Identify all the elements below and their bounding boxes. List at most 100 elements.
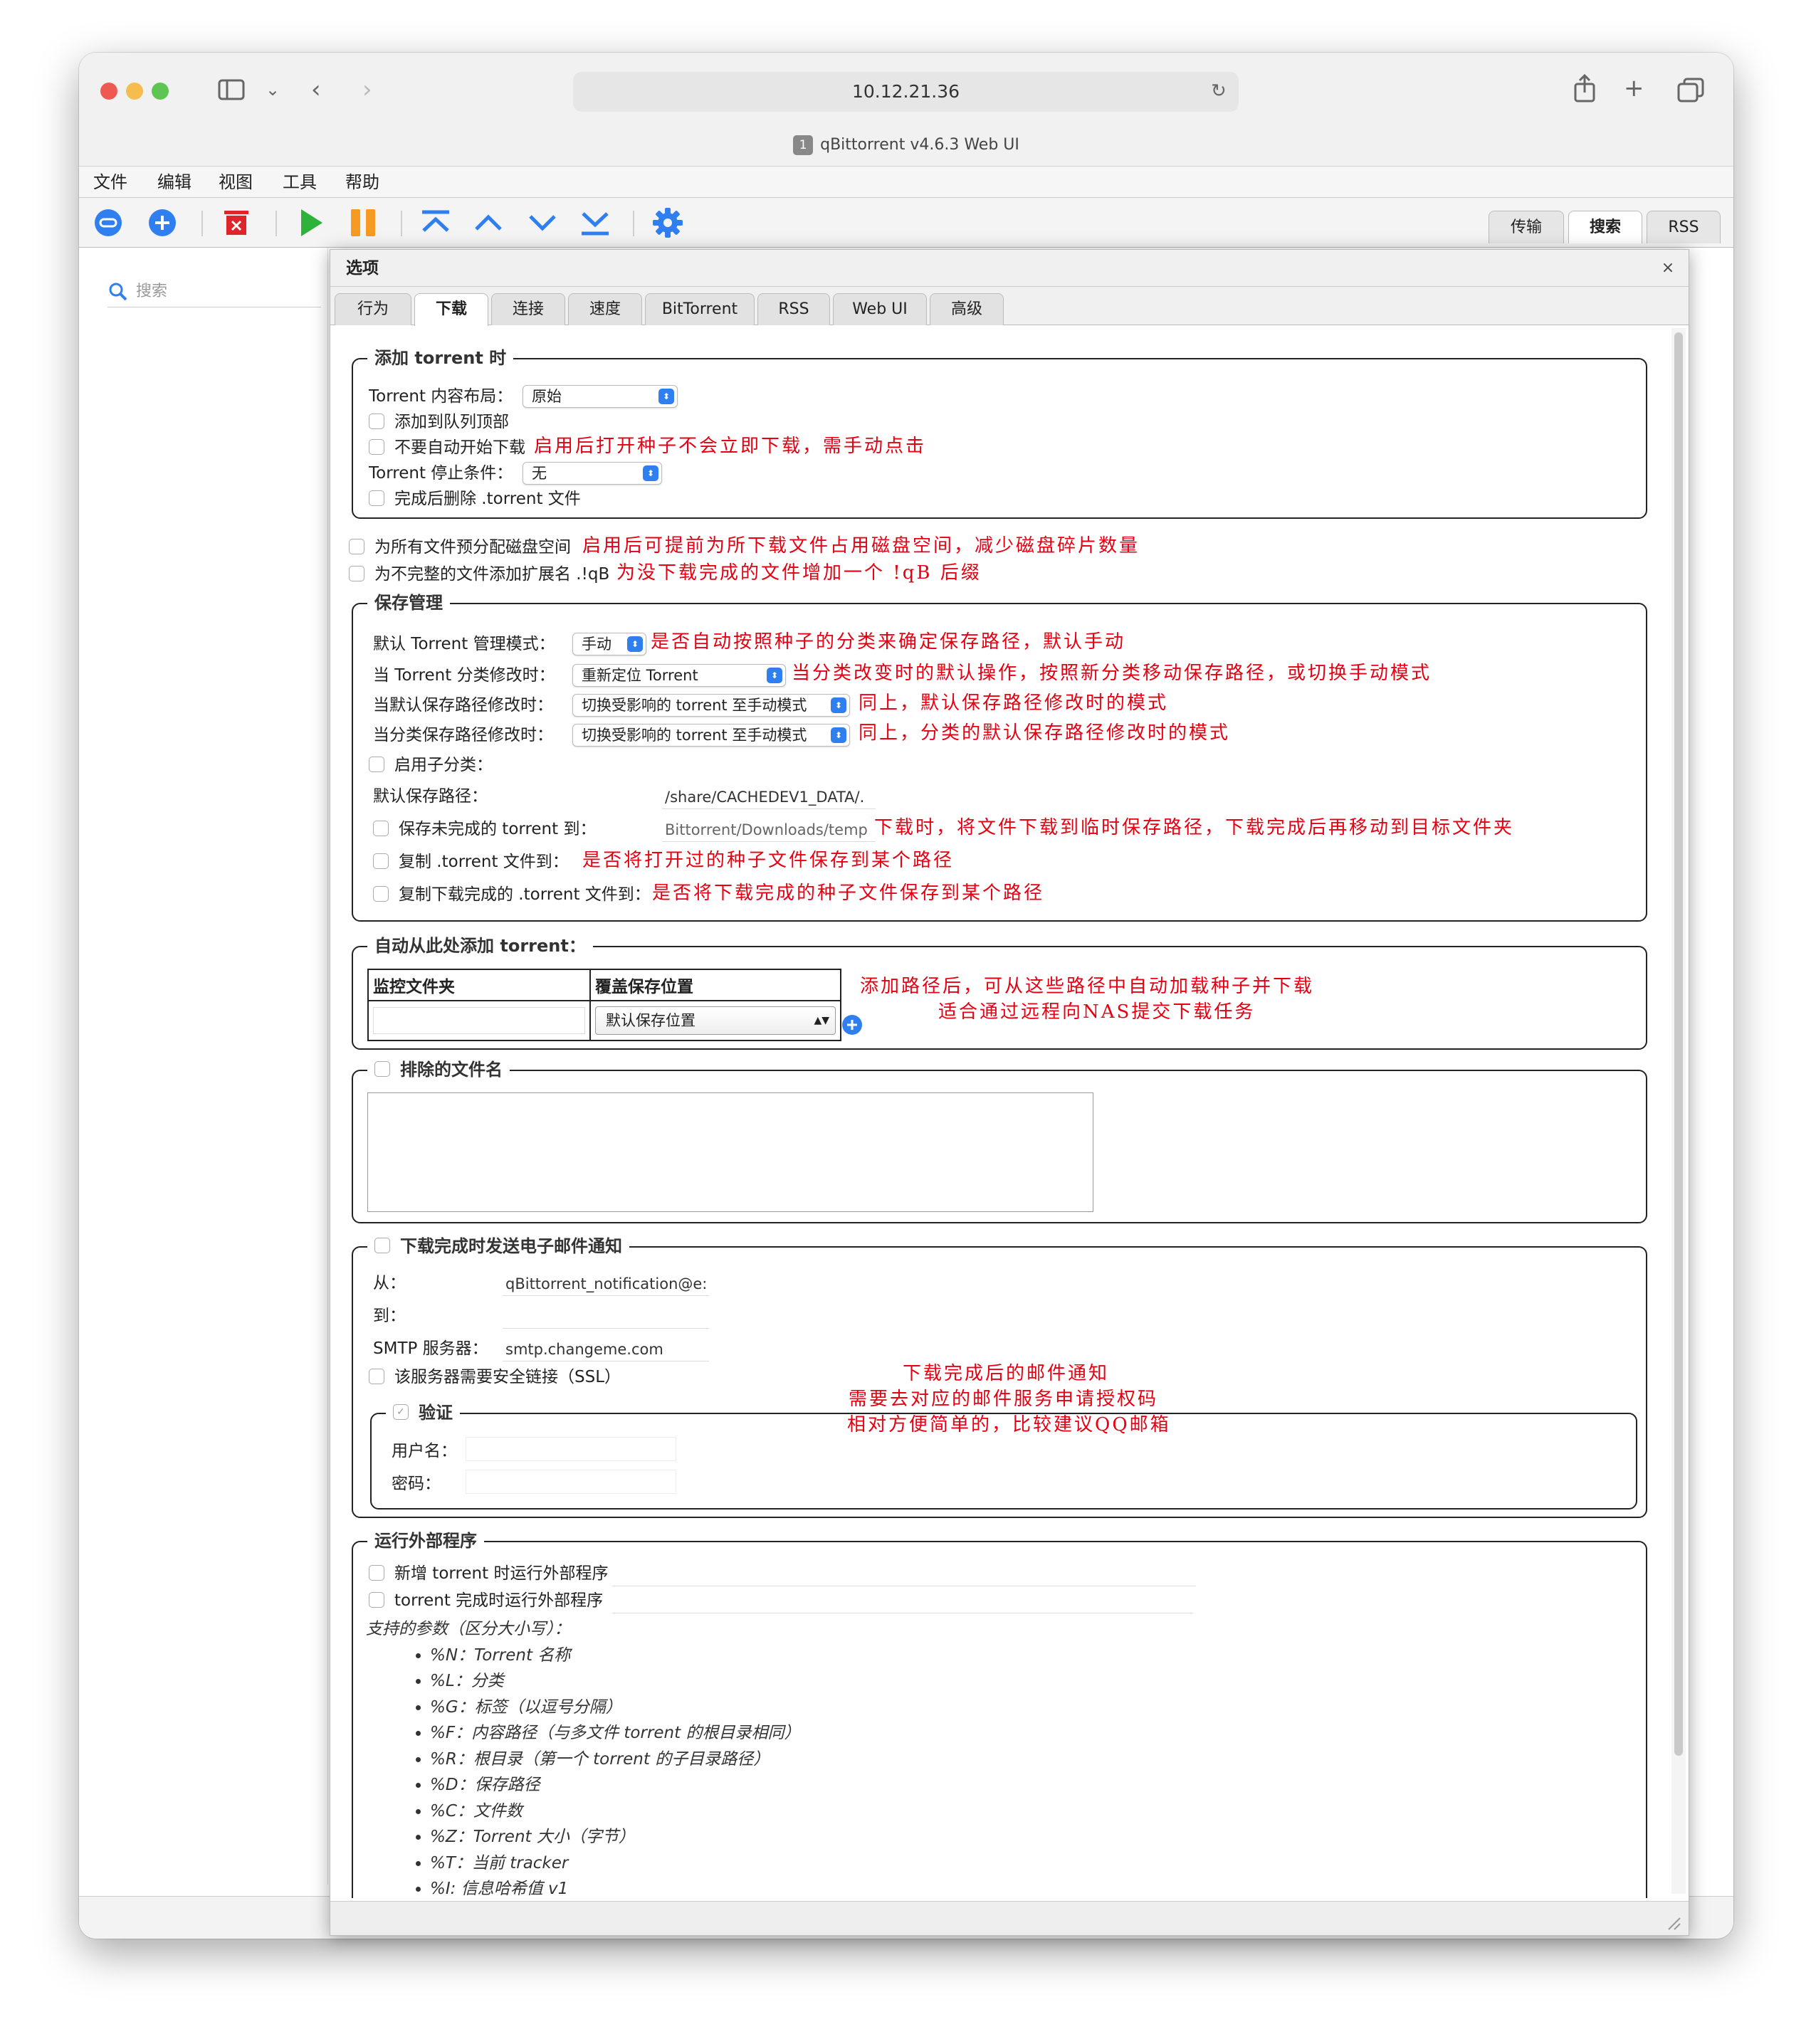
excluded-files-textarea[interactable] [367,1092,1093,1212]
stop-condition-select[interactable]: 无 ⬍ [523,462,662,485]
checkbox[interactable] [349,538,364,554]
override-location-cell[interactable]: 默认保存位置 ▲▼ [590,1001,841,1041]
email-from-input[interactable]: qBittorrent_notification@e: [503,1272,709,1296]
tabs-icon[interactable] [1676,77,1705,109]
dialog-scrollbar[interactable] [1671,328,1686,1894]
copy-torrent-option[interactable]: 复制 .torrent 文件到： [373,850,569,873]
add-icon[interactable] [841,1014,863,1036]
ssl-option[interactable]: 该服务器需要安全链接（SSL） [369,1366,621,1389]
prealloc-option[interactable]: 为所有文件预分配磁盘空间 [349,536,571,559]
checkbox[interactable] [374,1061,390,1077]
add-top-queue[interactable]: 添加到队列顶部 [369,411,509,433]
forward-icon[interactable]: › [362,75,372,104]
tab-transfers[interactable]: 传输 [1489,211,1564,243]
override-location-select[interactable]: 默认保存位置 ▲▼ [595,1006,836,1035]
search-input[interactable]: 搜索 [107,276,321,307]
checkbox[interactable] [369,1564,384,1581]
chevron-down-icon[interactable]: ⌄ [266,75,280,104]
checkbox[interactable] [373,853,389,869]
checkbox[interactable] [373,885,389,902]
checkbox[interactable] [369,490,384,506]
add-link-icon[interactable] [92,206,125,239]
close-icon[interactable]: × [1659,259,1677,278]
checkbox[interactable] [369,438,384,455]
default-mode-select[interactable]: 手动 ⬍ [572,633,646,655]
dialog-footer [330,1901,1689,1935]
tab-bittorrent[interactable]: BitTorrent [645,293,755,325]
run-on-finish-input[interactable] [612,1589,1193,1613]
cat-path-changed-select[interactable]: 切换受影响的 torrent 至手动模式 ⬍ [572,724,850,747]
move-up-icon[interactable] [472,206,505,239]
default-path-changed-select[interactable]: 切换受影响的 torrent 至手动模式 ⬍ [572,694,850,717]
checkbox[interactable] [369,1591,384,1608]
annotation: 下载时，将文件下载到临时保存路径，下载完成后再移动到目标文件夹 [874,817,1515,838]
content-layout-value: 原始 [532,388,562,405]
new-tab-icon[interactable]: + [1624,74,1644,102]
menu-view[interactable]: 视图 [219,167,253,198]
pause-icon[interactable] [347,206,379,239]
checkbox[interactable] [369,756,384,772]
default-path-input[interactable]: /share/CACHEDEV1_DATA/. [662,785,876,809]
annotation: 需要去对应的邮件服务申请授权码 [849,1389,1159,1410]
tab-search[interactable]: 搜索 [1568,211,1642,243]
tab-connection[interactable]: 连接 [491,293,565,325]
smtp-input[interactable]: smtp.changeme.com [503,1337,709,1361]
delete-icon[interactable] [220,206,253,239]
qb-extension-option[interactable]: 为不完整的文件添加扩展名 .!qB [349,563,609,586]
checkbox[interactable] [369,1368,384,1384]
tab-rss[interactable]: RSS [1647,211,1721,243]
watch-folder-input[interactable] [373,1007,585,1034]
resume-icon[interactable] [294,206,327,239]
cat-changed-select[interactable]: 重新定位 Torrent ⬍ [572,664,786,687]
checkbox[interactable] [373,820,389,836]
move-bottom-icon[interactable] [579,206,611,239]
tab-downloads[interactable]: 下载 [414,293,488,326]
excluded-files-label: 排除的文件名 [400,1060,503,1080]
back-icon[interactable]: ‹ [311,75,321,104]
email-to-input[interactable] [503,1305,709,1329]
browser-tab[interactable]: 1 qBittorrent v4.6.3 Web UI [79,131,1733,159]
annotation: 是否自动按照种子的分类来确定保存路径，默认手动 [651,631,1126,653]
checkbox[interactable]: ✓ [393,1404,409,1420]
select-arrows-icon: ⬍ [831,697,846,713]
zoom-window-button[interactable] [152,83,169,100]
move-top-icon[interactable] [419,206,452,239]
tab-webui[interactable]: Web UI [833,293,927,325]
incomplete-path-input[interactable]: Bittorrent/Downloads/temp [662,818,876,842]
no-autostart[interactable]: 不要自动开始下载 [369,436,525,459]
password-input[interactable] [466,1470,676,1494]
menu-file[interactable]: 文件 [93,167,127,198]
copy-finished-option[interactable]: 复制下载完成的 .torrent 文件到： [373,883,651,906]
menu-help[interactable]: 帮助 [345,167,379,198]
incomplete-option[interactable]: 保存未完成的 torrent 到： [373,818,596,841]
watch-folder-cell[interactable] [368,1001,591,1041]
checkbox[interactable] [349,565,364,581]
move-down-icon[interactable] [526,206,559,239]
run-on-add-input[interactable] [612,1562,1196,1586]
add-torrent-icon[interactable] [146,206,179,239]
sidebar-icon[interactable] [217,77,247,109]
checkbox[interactable] [374,1238,390,1253]
minimize-window-button[interactable] [126,83,143,100]
resize-grip-icon[interactable] [1666,1915,1681,1931]
tab-behavior[interactable]: 行为 [335,293,411,325]
settings-icon[interactable] [651,206,684,239]
content-layout-select[interactable]: 原始 ⬍ [523,385,678,408]
menu-tools[interactable]: 工具 [283,167,317,198]
subcategories-option[interactable]: 启用子分类： [369,754,493,776]
menu-edit[interactable]: 编辑 [157,167,191,198]
scrollbar-thumb[interactable] [1674,332,1683,1756]
reload-icon[interactable]: ↻ [1211,77,1227,105]
username-input[interactable] [466,1437,676,1461]
tab-rss-options[interactable]: RSS [757,293,830,325]
address-bar[interactable]: 10.12.21.36 [573,72,1239,112]
tab-speed[interactable]: 速度 [568,293,642,325]
annotation: 是否将下载完成的种子文件保存到某个路径 [652,883,1045,904]
delete-torrent-after[interactable]: 完成后删除 .torrent 文件 [369,488,581,510]
share-icon[interactable] [1573,73,1597,109]
close-window-button[interactable] [100,83,117,100]
run-on-add-option[interactable]: 新增 torrent 时运行外部程序 [369,1562,608,1585]
checkbox[interactable] [369,413,384,429]
tab-advanced[interactable]: 高级 [930,293,1004,325]
run-on-finish-option[interactable]: torrent 完成时运行外部程序 [369,1589,603,1612]
